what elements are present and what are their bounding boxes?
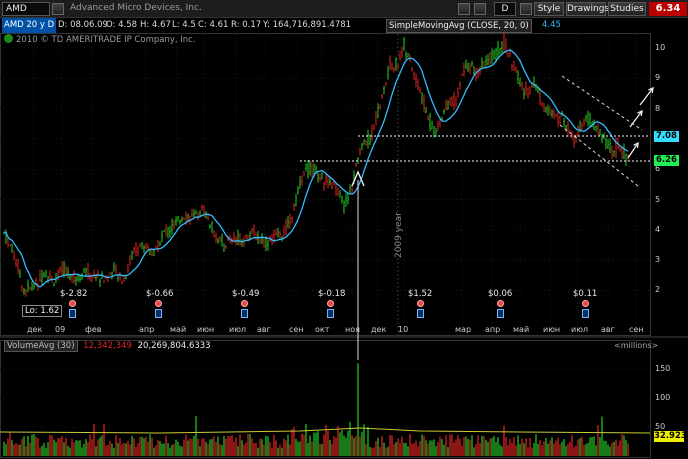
volume-study-name[interactable]: VolumeAvg (30) [4,340,78,352]
dividend-icon[interactable] [417,309,424,318]
date-tick: фев [85,325,102,334]
candles [3,31,629,297]
earnings-icon[interactable] [327,300,334,307]
earnings-icon[interactable] [155,300,162,307]
low-marker-label: Lo: 1.62 [22,305,63,317]
date-tick: авг [601,325,615,334]
date-tick: дек [371,325,387,334]
overlays [0,49,654,434]
price-tick: 3 [655,255,661,265]
date-tick: сен [629,325,644,334]
channel-upper [561,75,643,131]
date-tick: июл [571,325,589,334]
date-tick: 09 [55,325,66,334]
earnings-icon[interactable] [69,300,76,307]
chart-grid [0,33,688,458]
earnings-icon[interactable] [497,300,504,307]
dividend-icon[interactable] [497,309,504,318]
volume-avg-value: 12,342,349 [83,341,132,351]
earnings-value: $-0.49 [232,289,260,299]
earnings-value: $-2.82 [60,289,88,299]
volume-study-header: VolumeAvg (30) 12,342,349 20,269,804.633… [4,340,211,352]
date-tick: апр [139,325,155,334]
earnings-value: $0.06 [488,289,513,299]
volume-last-value: 32.923 [654,431,687,442]
price-tick: 10 [655,43,666,52]
dividend-icon[interactable] [69,309,76,318]
earnings-value: $-0.18 [318,289,346,299]
earnings-icon[interactable] [241,300,248,307]
date-tick: 10 [398,325,409,334]
projection-arrow [629,110,643,128]
earnings-value: $0.11 [573,289,598,299]
date-tick: май [513,325,530,334]
earnings-icon[interactable] [417,300,424,307]
date-tick: июл [229,325,247,334]
volume-tick: 50 [655,422,666,431]
volume-tick: 100 [655,393,671,402]
resistance-price-label: 7.08 [654,131,679,142]
dividend-icon[interactable] [155,309,162,318]
volume-units: <millions> [614,341,659,350]
date-tick: сен [289,325,304,334]
volume-bars [3,363,629,456]
date-tick: ноя [345,325,360,334]
date-tick: апр [485,325,501,334]
price-tick: 2 [655,285,661,295]
date-tick: дек [27,325,43,334]
year-separator-label: 2009 year [394,212,404,258]
date-tick: июн [197,325,215,334]
price-tick: 5 [655,194,661,204]
support-price-label: 6.26 [654,155,679,166]
date-tick: июн [543,325,561,334]
projection-arrow [639,87,654,106]
earnings-value: $1.52 [408,289,433,299]
dividend-icon[interactable] [327,309,334,318]
date-tick: окт [315,325,330,334]
price-tick: 9 [655,73,661,83]
price-tick: 4 [655,224,661,234]
earnings-value: $-0.66 [146,289,174,299]
volume-tick: 150 [655,364,671,373]
dividend-icon[interactable] [582,309,589,318]
price-tick: 8 [655,103,661,113]
volume-avg-line [0,427,651,434]
date-tick: май [170,325,187,334]
date-tick: мар [455,325,472,334]
earnings-icon[interactable] [582,300,589,307]
price-chart[interactable] [0,0,688,459]
date-tick: авг [257,325,271,334]
volume-current-value: 20,269,804.6333 [137,341,211,351]
dividend-icon[interactable] [241,309,248,318]
